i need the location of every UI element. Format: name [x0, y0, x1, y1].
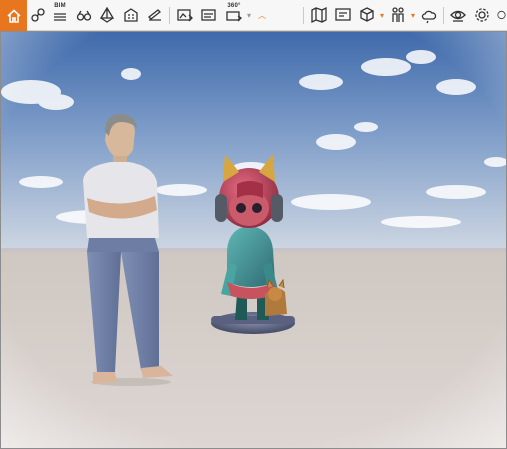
building-button[interactable] [120, 4, 142, 26]
figures-dropdown-caret[interactable]: ▾ [409, 5, 417, 25]
box-3d-icon [99, 6, 115, 23]
weather-button[interactable] [418, 4, 440, 26]
cube-button[interactable] [356, 4, 378, 26]
home-button[interactable] [0, 0, 27, 31]
figures-icon [392, 7, 404, 22]
scene-canvas[interactable] [1, 32, 507, 449]
overflow-button[interactable] [496, 4, 507, 26]
draw-icon [148, 9, 161, 21]
binoculars-icon [76, 10, 92, 21]
visibility-button[interactable] [447, 4, 469, 26]
render-360-label: 360° [227, 3, 241, 9]
map-icon [311, 6, 327, 24]
render-image-button[interactable] [174, 4, 196, 26]
render-panorama-button[interactable] [198, 4, 220, 26]
binoculars-button[interactable] [73, 4, 95, 26]
weather-icon [421, 10, 437, 24]
3d-viewport[interactable] [0, 31, 507, 449]
toolbar-separator [443, 7, 444, 24]
link-icon [31, 8, 45, 22]
display-button[interactable] [332, 4, 354, 26]
main-toolbar: BIM 360° ▾ ︿ ▾ ▾ [0, 0, 507, 31]
render-panorama-icon [201, 9, 216, 21]
cube-icon [360, 7, 374, 22]
map-button[interactable] [308, 4, 330, 26]
render-image-icon [177, 9, 193, 22]
bim-label: BIM [54, 3, 66, 9]
settings-icon [475, 8, 489, 22]
collapse-caret-icon[interactable]: ︿ [258, 5, 266, 25]
figures-button[interactable] [387, 4, 409, 26]
building-icon [124, 8, 138, 22]
visibility-icon [450, 10, 466, 22]
link-button[interactable] [27, 4, 49, 26]
display-icon [335, 8, 351, 21]
box-3d-button[interactable] [96, 4, 118, 26]
draw-button[interactable] [144, 4, 166, 26]
viewport-vignette [1, 32, 506, 448]
bim-button[interactable]: BIM [49, 3, 71, 26]
settings-button[interactable] [471, 4, 493, 26]
render-dropdown-caret[interactable]: ▾ [245, 5, 253, 25]
overflow-icon [497, 10, 506, 20]
home-icon [6, 8, 21, 23]
toolbar-separator [169, 7, 170, 24]
toolbar-separator [303, 7, 304, 24]
cube-dropdown-caret[interactable]: ▾ [378, 5, 386, 25]
render-360-button[interactable]: 360° [223, 3, 245, 26]
